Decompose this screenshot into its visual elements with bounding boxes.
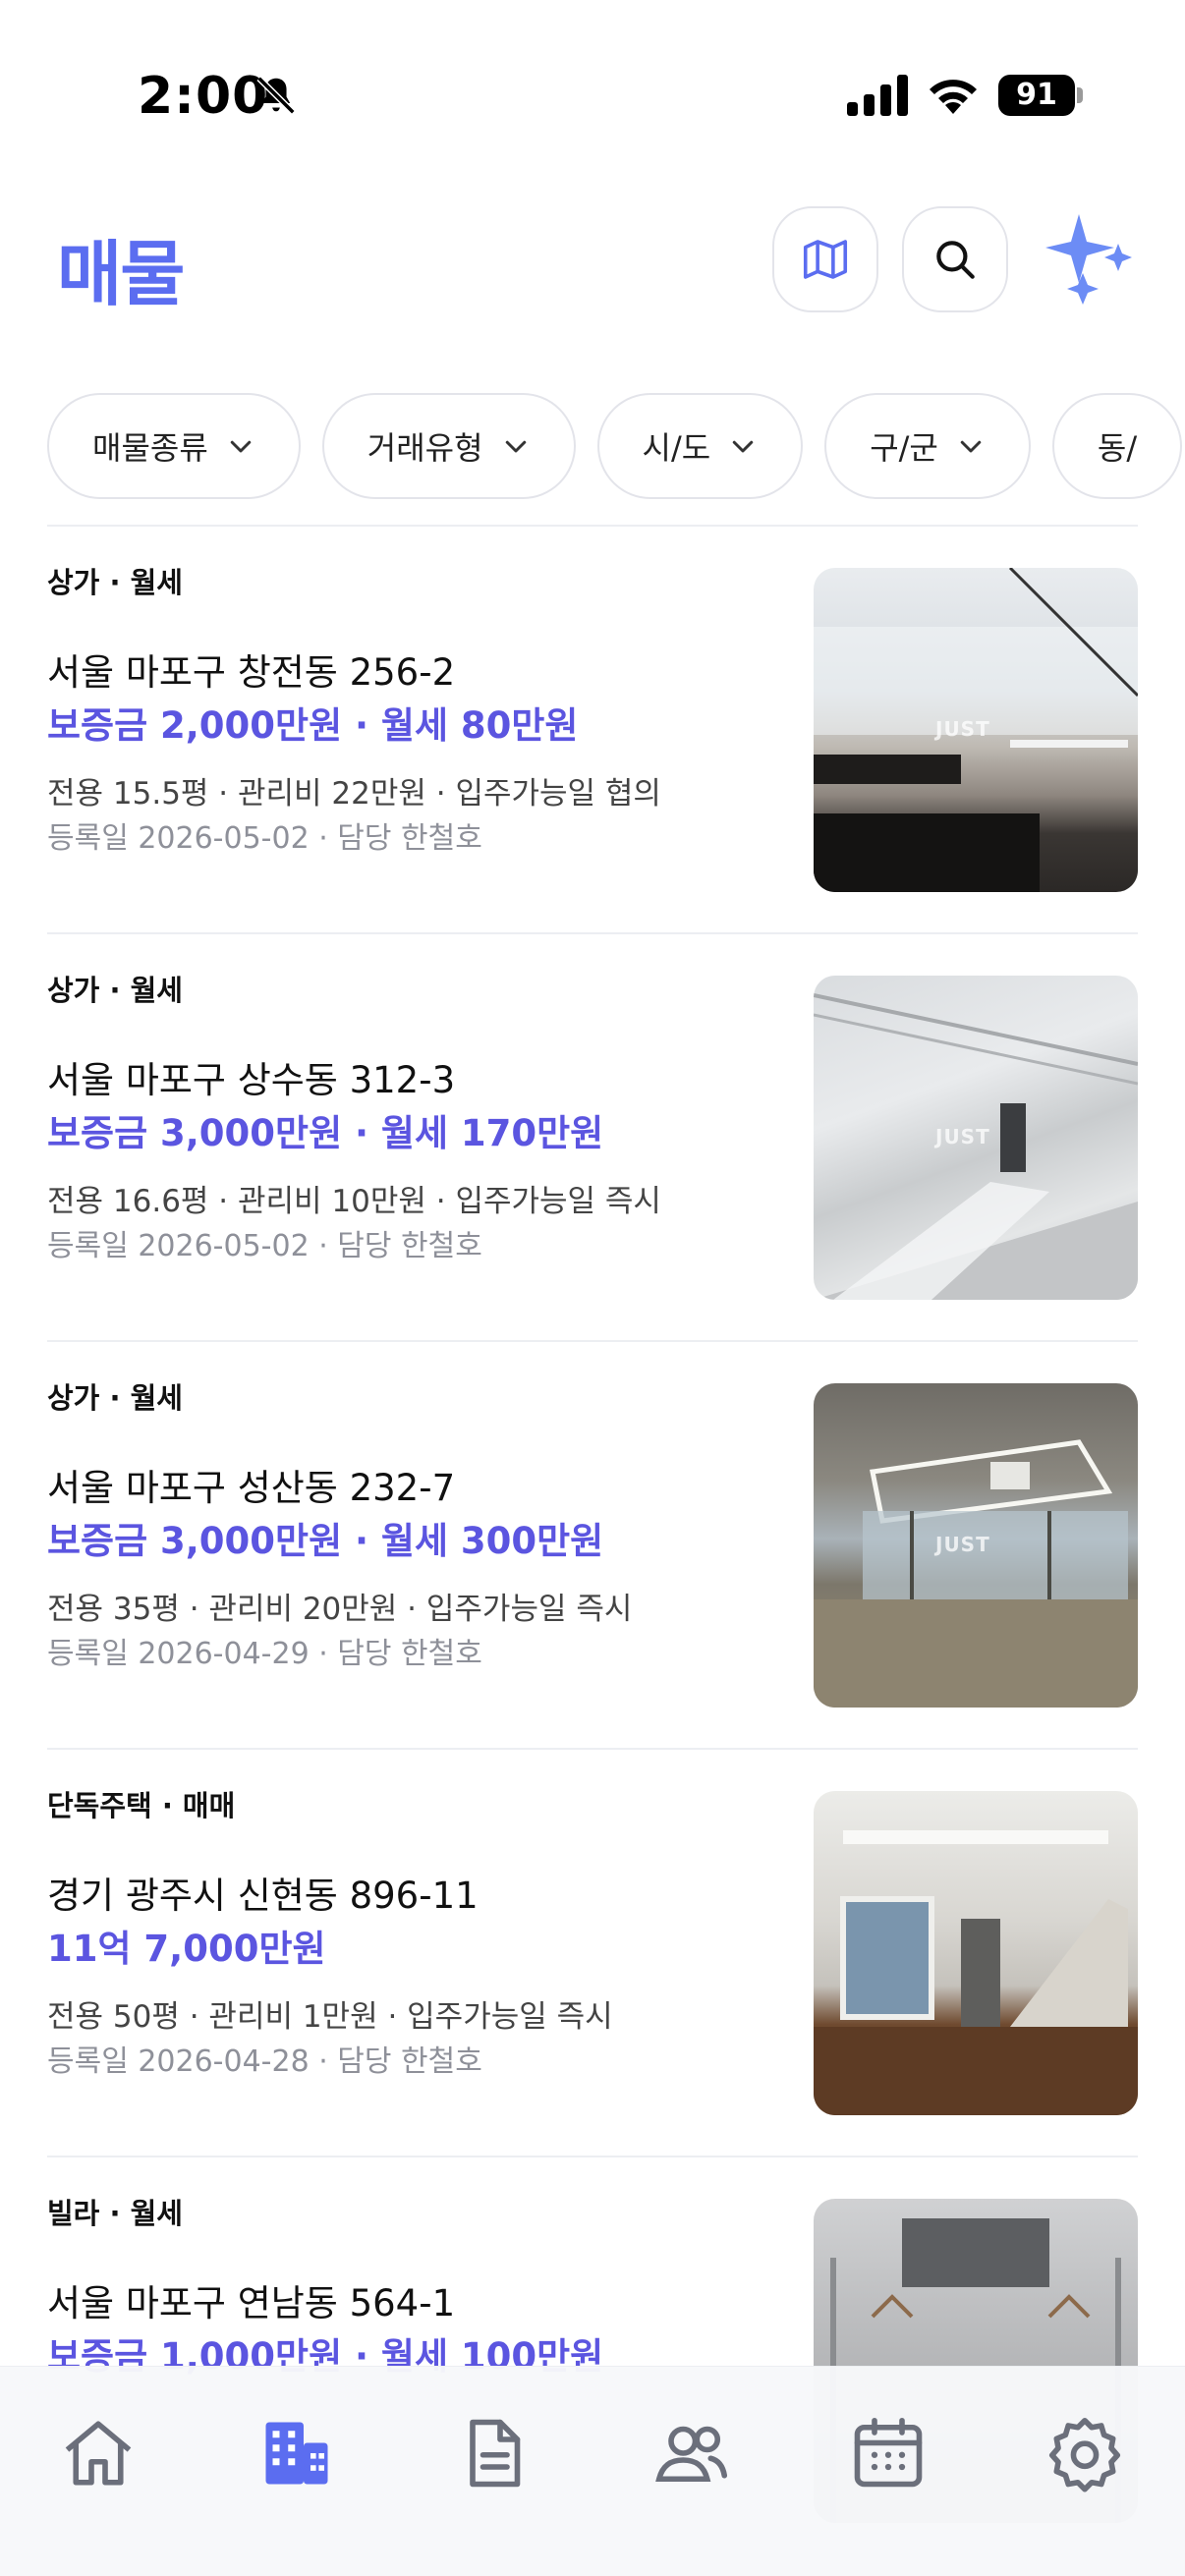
listing-registered: 등록일 2026-04-28 · 담당 한철호	[47, 2044, 482, 2079]
listing-address: 경기 광주시 신현동 896-11	[47, 1875, 479, 1917]
listing-details: 전용 16.6평 · 관리비 10만원 · 입주가능일 즉시	[47, 1184, 661, 1219]
battery-indicator: 91	[998, 75, 1083, 116]
page-title: 매물	[57, 233, 185, 315]
listing-details: 전용 35평 · 관리비 20만원 · 입주가능일 즉시	[47, 1592, 633, 1627]
listing-photo	[814, 1791, 1138, 2115]
bottom-navigation	[0, 2366, 1185, 2576]
battery-tip	[1077, 87, 1083, 103]
listing-item[interactable]: 상가 · 월세 서울 마포구 상수동 312-3 보증금 3,000만원 · 월…	[47, 934, 1138, 1342]
listing-registered: 등록일 2026-05-02 · 담당 한철호	[47, 1229, 482, 1263]
filter-label: 시/도	[642, 429, 711, 467]
search-icon	[936, 241, 975, 279]
listing-type: 단독주택 · 매매	[47, 1789, 236, 1822]
map-icon	[803, 240, 848, 279]
photo-watermark: JUST	[935, 1125, 990, 1148]
listing-photo: JUST	[814, 568, 1138, 892]
listing-item[interactable]: 단독주택 · 매매 경기 광주시 신현동 896-11 11억 7,000만원 …	[47, 1750, 1138, 2157]
listing-price: 보증금 2,000만원 · 월세 80만원	[47, 704, 579, 747]
photo-watermark: JUST	[935, 1533, 990, 1556]
nav-home[interactable]	[57, 2412, 140, 2494]
nav-settings[interactable]	[1044, 2412, 1126, 2494]
listing-details: 전용 15.5평 · 관리비 22만원 · 입주가능일 협의	[47, 776, 661, 812]
status-time: 2:00	[138, 67, 269, 126]
listing-type: 빌라 · 월세	[47, 2197, 183, 2230]
listing-address: 서울 마포구 상수동 312-3	[47, 1059, 456, 1101]
bell-muted-icon	[256, 76, 296, 115]
filter-bar: 매물종류 거래유형 시/도 구/군 동/	[47, 393, 1185, 503]
sparkles-icon[interactable]	[1042, 208, 1144, 310]
filter-label: 거래유형	[367, 429, 483, 467]
nav-customers[interactable]	[650, 2412, 733, 2494]
listing-address: 서울 마포구 성산동 232-7	[47, 1467, 456, 1509]
home-icon	[65, 2421, 132, 2486]
status-bar: 2:00 91	[0, 0, 1185, 187]
filter-chip-deal-type[interactable]: 거래유형	[321, 393, 576, 499]
document-icon	[470, 2419, 521, 2488]
listing-registered: 등록일 2026-05-02 · 담당 한철호	[47, 821, 482, 856]
listing-price: 보증금 3,000만원 · 월세 170만원	[47, 1112, 604, 1154]
gear-icon	[1048, 2417, 1121, 2492]
filter-chip-dong[interactable]: 동/	[1051, 393, 1183, 499]
cellular-signal-icon	[847, 75, 908, 116]
nav-listings[interactable]	[255, 2412, 338, 2494]
chevron-down-icon	[732, 440, 754, 453]
filter-chip-property-type[interactable]: 매물종류	[47, 393, 301, 499]
chevron-down-icon	[960, 440, 982, 453]
chevron-down-icon	[230, 440, 252, 453]
listing-price: 11억 7,000만원	[47, 1928, 326, 1970]
buildings-icon	[265, 2422, 328, 2485]
listing-photo: JUST	[814, 976, 1138, 1300]
wifi-icon	[930, 80, 977, 114]
filter-label: 구/군	[870, 429, 938, 467]
listing-details: 전용 50평 · 관리비 1만원 · 입주가능일 즉시	[47, 1999, 613, 2035]
listing-address: 서울 마포구 연남동 564-1	[47, 2282, 456, 2324]
filter-chip-province[interactable]: 시/도	[596, 393, 804, 499]
nav-calendar[interactable]	[847, 2412, 930, 2494]
listing-type: 상가 · 월세	[47, 566, 183, 599]
photo-watermark: JUST	[935, 717, 990, 741]
listing-item[interactable]: 상가 · 월세 서울 마포구 성산동 232-7 보증금 3,000만원 · 월…	[47, 1342, 1138, 1750]
listing-address: 서울 마포구 창전동 256-2	[47, 651, 456, 694]
listing-type: 상가 · 월세	[47, 1381, 183, 1415]
battery-level: 91	[998, 75, 1075, 116]
search-button[interactable]	[902, 206, 1008, 312]
chevron-down-icon	[505, 440, 526, 453]
map-view-button[interactable]	[772, 206, 878, 312]
filter-label: 동/	[1097, 429, 1138, 467]
listing-price: 보증금 3,000만원 · 월세 300만원	[47, 1520, 604, 1562]
listing-photo: JUST	[814, 1383, 1138, 1708]
filter-chip-district[interactable]: 구/군	[824, 393, 1031, 499]
filter-label: 매물종류	[92, 429, 208, 467]
listing-type: 상가 · 월세	[47, 974, 183, 1007]
listing-registered: 등록일 2026-04-29 · 담당 한철호	[47, 1637, 482, 1671]
nav-documents[interactable]	[452, 2412, 535, 2494]
users-icon	[655, 2426, 728, 2483]
listing-item[interactable]: 상가 · 월세 서울 마포구 창전동 256-2 보증금 2,000만원 · 월…	[47, 527, 1138, 934]
calendar-icon	[854, 2417, 923, 2488]
